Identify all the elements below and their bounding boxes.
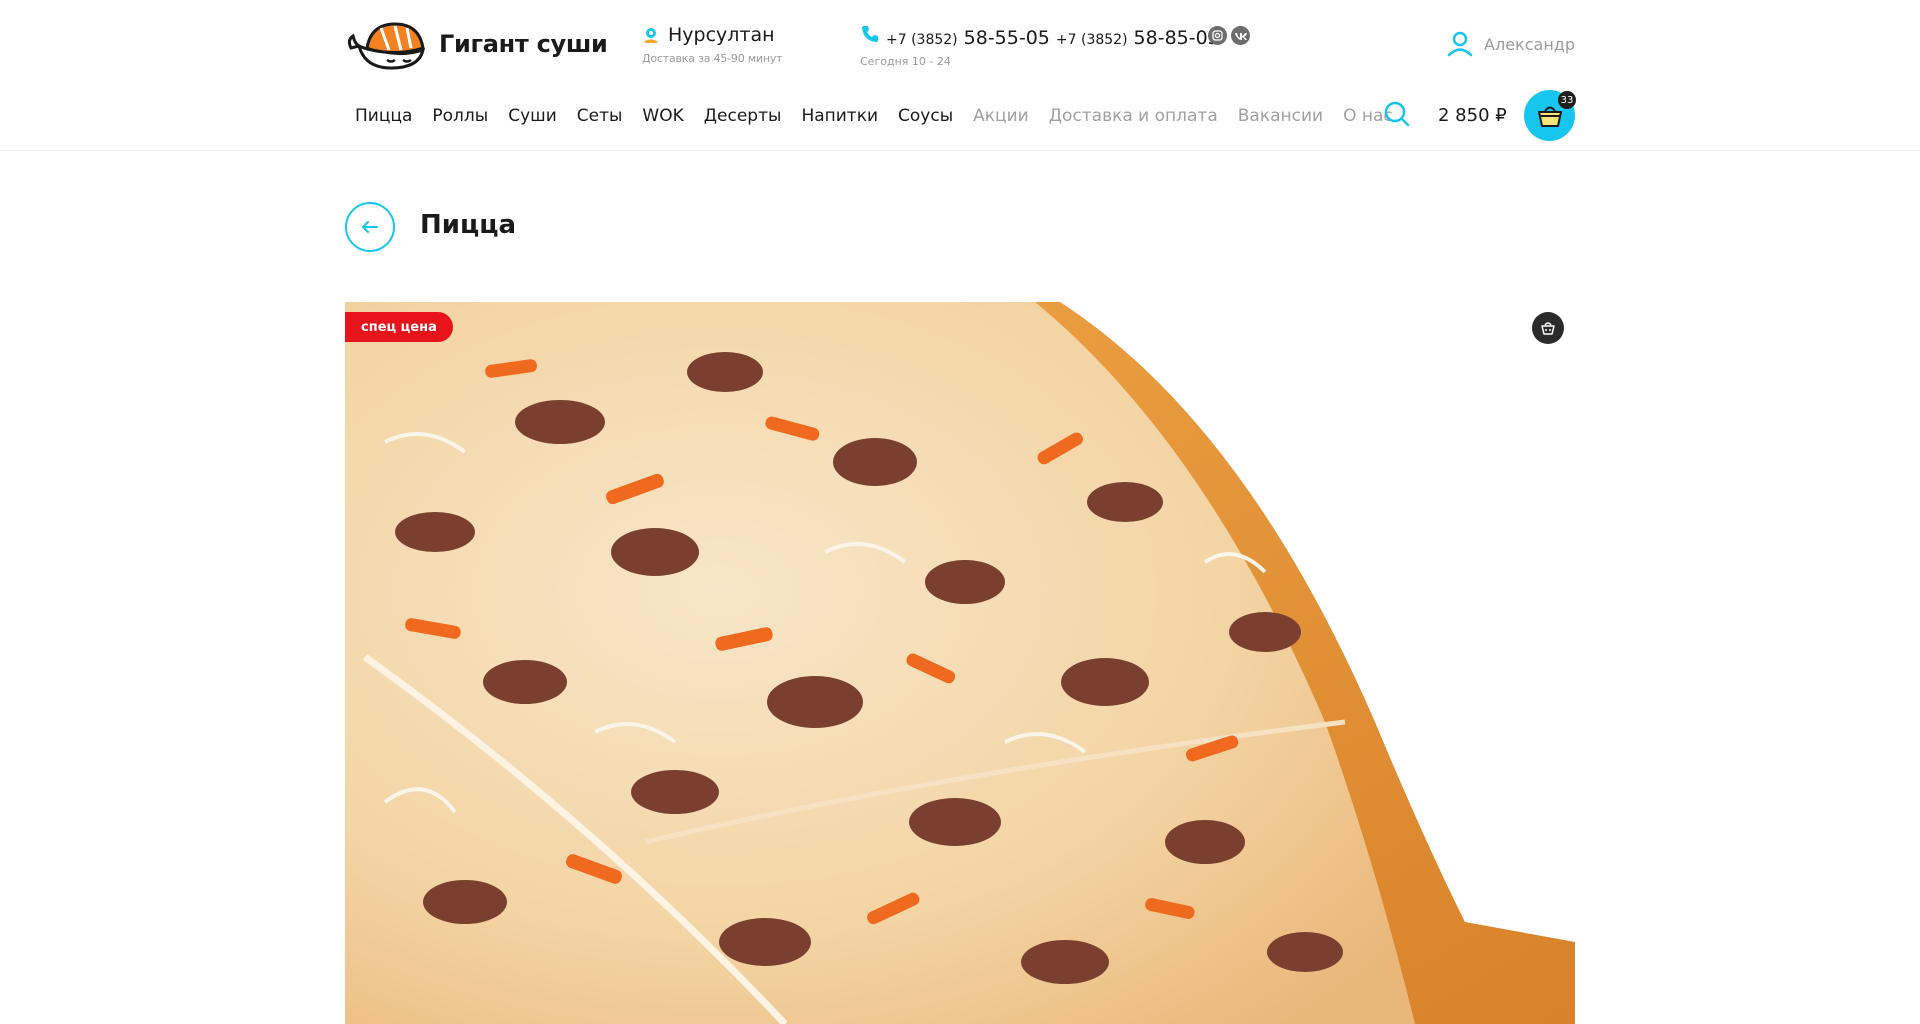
basket-add-icon xyxy=(1541,322,1555,335)
whale-sushi-logo-icon xyxy=(347,22,426,70)
city-name: Нурсултан xyxy=(668,24,775,46)
main-nav: Пицца Роллы Суши Сеты WOK Десерты Напитк… xyxy=(355,106,1413,126)
nav-item-promo[interactable]: Акции xyxy=(973,106,1029,126)
quick-add-button[interactable] xyxy=(1532,312,1564,344)
user-name: Александр xyxy=(1484,34,1575,54)
instagram-icon[interactable] xyxy=(1208,26,1227,45)
phone-1-number[interactable]: 58-55-05 xyxy=(964,27,1050,49)
phone-2-code: +7 (3852) xyxy=(1055,32,1128,48)
arrow-left-icon xyxy=(362,221,378,233)
contacts: +7 (3852) 58-55-05 +7 (3852) 58-85-05 Се… xyxy=(860,24,1220,68)
phone-1-code: +7 (3852) xyxy=(886,32,958,48)
cart-button[interactable]: 33 xyxy=(1524,90,1576,141)
page-title: Пицца xyxy=(420,210,517,240)
user-icon xyxy=(1447,31,1473,57)
basket-icon xyxy=(1537,106,1562,127)
nav-item-wok[interactable]: WOK xyxy=(642,106,683,126)
nav-item-vacancies[interactable]: Вакансии xyxy=(1238,106,1323,126)
nav-item-sets[interactable]: Сеты xyxy=(577,106,623,126)
search-button[interactable] xyxy=(1383,100,1411,132)
brand-name: Гигант суши xyxy=(439,30,608,58)
working-hours: Сегодня 10 - 24 xyxy=(860,55,951,68)
header-divider xyxy=(0,150,1920,151)
nav-item-delivery[interactable]: Доставка и оплата xyxy=(1049,106,1218,126)
product-image[interactable] xyxy=(345,302,1575,1024)
nav-item-sauces[interactable]: Соусы xyxy=(898,106,953,126)
user-account[interactable]: Александр xyxy=(1446,30,1575,58)
nav-item-pizza[interactable]: Пицца xyxy=(355,106,412,126)
brand-logo[interactable]: Гигант суши xyxy=(345,18,608,70)
nav-item-sushi[interactable]: Суши xyxy=(508,106,557,126)
nav-item-drinks[interactable]: Напитки xyxy=(801,106,878,126)
phone-2-number[interactable]: 58-85-05 xyxy=(1134,27,1220,49)
nav-item-rolls[interactable]: Роллы xyxy=(432,106,488,126)
city-selector[interactable]: Нурсултан Доставка за 45-90 минут xyxy=(642,24,783,65)
cart-total[interactable]: 2 850 ₽ xyxy=(1438,105,1507,126)
map-pin-icon xyxy=(645,28,657,43)
phone-icon xyxy=(862,26,878,42)
social-links xyxy=(1208,26,1250,45)
nav-item-desserts[interactable]: Десерты xyxy=(704,106,782,126)
vk-icon[interactable] xyxy=(1231,26,1250,45)
pizza-illustration xyxy=(345,302,1575,1024)
cart-count-badge: 33 xyxy=(1558,91,1576,109)
special-price-badge: спец цена xyxy=(345,312,453,342)
delivery-time: Доставка за 45-90 минут xyxy=(642,52,783,65)
back-button[interactable] xyxy=(345,202,395,252)
search-icon xyxy=(1384,101,1410,127)
